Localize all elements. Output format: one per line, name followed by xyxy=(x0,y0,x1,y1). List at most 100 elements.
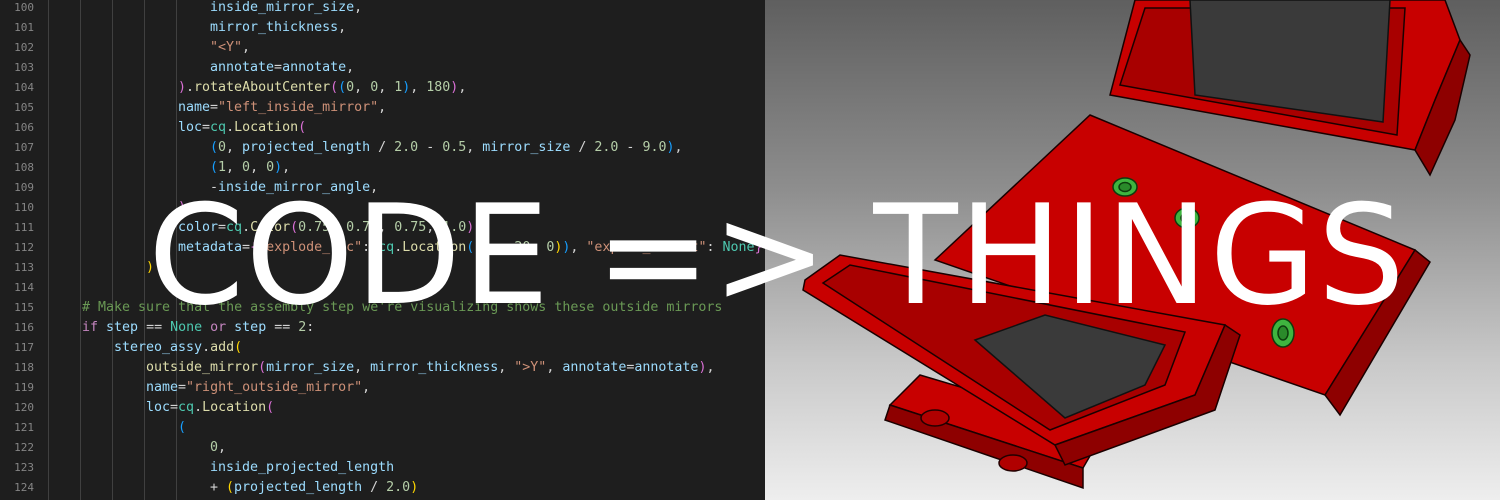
code-token: , xyxy=(354,80,371,95)
line-number: 122 xyxy=(14,441,34,454)
code-token: mirror_size xyxy=(482,140,571,155)
code-line: 117 stereo_assy.add( xyxy=(0,338,765,358)
code-line: 118 outside_mirror(mirror_size, mirror_th… xyxy=(0,358,765,378)
code-token: / xyxy=(370,140,395,155)
line-number: 110 xyxy=(14,201,34,214)
code-token: , xyxy=(282,160,291,175)
code-token: , xyxy=(378,80,395,95)
code-token: annotate xyxy=(210,60,275,75)
code-token: stereo_assy xyxy=(114,340,203,355)
code-token: loc xyxy=(146,400,171,415)
code-token: 1 xyxy=(218,160,227,175)
line-number: 124 xyxy=(14,481,34,494)
code-token: , xyxy=(498,360,515,375)
line-number: 112 xyxy=(14,241,34,254)
banner: 100 inside_mirror_size, 101 mirror_thicknes… xyxy=(0,0,1500,500)
code-token: Location xyxy=(234,120,299,135)
code-line: 119 name="right_outside_mirror", xyxy=(0,378,765,398)
code-line: 107 (0, projected_length / 2.0 - 0.5, mir… xyxy=(0,138,765,158)
code-token: 2.0 xyxy=(594,140,619,155)
line-number: 104 xyxy=(14,81,34,94)
code-token: mirror_thickness xyxy=(370,360,499,375)
code-line: 105 name="left_inside_mirror", xyxy=(0,98,765,118)
code-token: 2.0 xyxy=(394,140,419,155)
code-token: . xyxy=(194,400,203,415)
code-token: "right_outside_mirror" xyxy=(186,380,363,395)
code-line: 100 inside_mirror_size, xyxy=(0,0,765,18)
code-token: , xyxy=(354,0,363,15)
code-line: 121 ( xyxy=(0,418,765,438)
code-line: 104).rotateAboutCenter((0, 0, 1), 180), xyxy=(0,78,765,98)
code-token: = xyxy=(170,400,179,415)
code-token: , xyxy=(226,160,243,175)
code-token: ( xyxy=(210,140,219,155)
code-token: ) xyxy=(274,160,283,175)
code-token: rotateAboutCenter xyxy=(194,80,331,95)
code-token: ( xyxy=(178,420,187,435)
code-token: , xyxy=(354,360,371,375)
code-token: cq xyxy=(178,400,195,415)
code-token: add xyxy=(210,340,235,355)
line-number: 123 xyxy=(14,461,34,474)
code-token: 180 xyxy=(426,80,451,95)
code-token: name xyxy=(146,380,179,395)
code-line: 120 loc=cq.Location( xyxy=(0,398,765,418)
code-text: stereo_assy.add( xyxy=(114,338,242,358)
code-line: 106 loc=cq.Location( xyxy=(0,118,765,138)
line-number: 101 xyxy=(14,21,34,34)
code-token: 0 xyxy=(346,80,355,95)
code-token: step xyxy=(106,320,139,335)
code-token: = xyxy=(202,120,211,135)
code-text: 0, xyxy=(210,438,226,458)
code-token: , xyxy=(242,40,251,55)
code-text: loc=cq.Location( xyxy=(146,398,274,418)
code-token: "<Y" xyxy=(210,40,243,55)
line-number: 108 xyxy=(14,161,34,174)
code-token: - xyxy=(418,140,443,155)
code-token: , xyxy=(410,80,427,95)
line-number: 109 xyxy=(14,181,34,194)
code-token: ( xyxy=(298,120,307,135)
code-token: annotate xyxy=(562,360,627,375)
code-token: - xyxy=(618,140,643,155)
code-token: mirror_thickness xyxy=(210,20,339,35)
code-line: 103 annotate=annotate, xyxy=(0,58,765,78)
line-number: 119 xyxy=(14,381,34,394)
code-text: inside_mirror_size, xyxy=(210,0,362,18)
headline: CODE => THINGS xyxy=(148,175,1406,336)
code-token: mirror_size xyxy=(266,360,355,375)
code-token: 0 xyxy=(210,440,219,455)
code-token: = xyxy=(178,380,187,395)
code-token: . xyxy=(226,120,235,135)
code-token: annotate xyxy=(282,60,347,75)
line-number: 121 xyxy=(14,421,34,434)
code-line: 102 "<Y", xyxy=(0,38,765,58)
code-text: (0, projected_length / 2.0 - 0.5, mirror… xyxy=(210,138,683,158)
line-number: 115 xyxy=(14,301,34,314)
line-number: 100 xyxy=(14,1,34,14)
line-number: 117 xyxy=(14,341,34,354)
line-number: 103 xyxy=(14,61,34,74)
code-line: 123 inside_projected_length xyxy=(0,458,765,478)
code-token: , xyxy=(706,360,715,375)
code-token: ( xyxy=(330,80,339,95)
code-token: 9.0 xyxy=(642,140,667,155)
code-token: ">Y" xyxy=(514,360,547,375)
code-token: ) xyxy=(410,480,419,495)
line-number: 106 xyxy=(14,121,34,134)
code-token: , xyxy=(218,440,227,455)
line-number: 102 xyxy=(14,41,34,54)
line-number: 120 xyxy=(14,401,34,414)
code-token: , xyxy=(458,80,467,95)
code-token: 0 xyxy=(218,140,227,155)
code-text: outside_mirror(mirror_size, mirror_thick… xyxy=(146,358,714,378)
code-text: name="right_outside_mirror", xyxy=(146,378,370,398)
code-text: inside_projected_length xyxy=(210,458,394,478)
code-text: ( xyxy=(178,418,186,438)
line-number: 116 xyxy=(14,321,34,334)
code-token: Location xyxy=(202,400,267,415)
code-token: , xyxy=(378,100,387,115)
code-token: / xyxy=(362,480,387,495)
code-token: 0 xyxy=(242,160,251,175)
